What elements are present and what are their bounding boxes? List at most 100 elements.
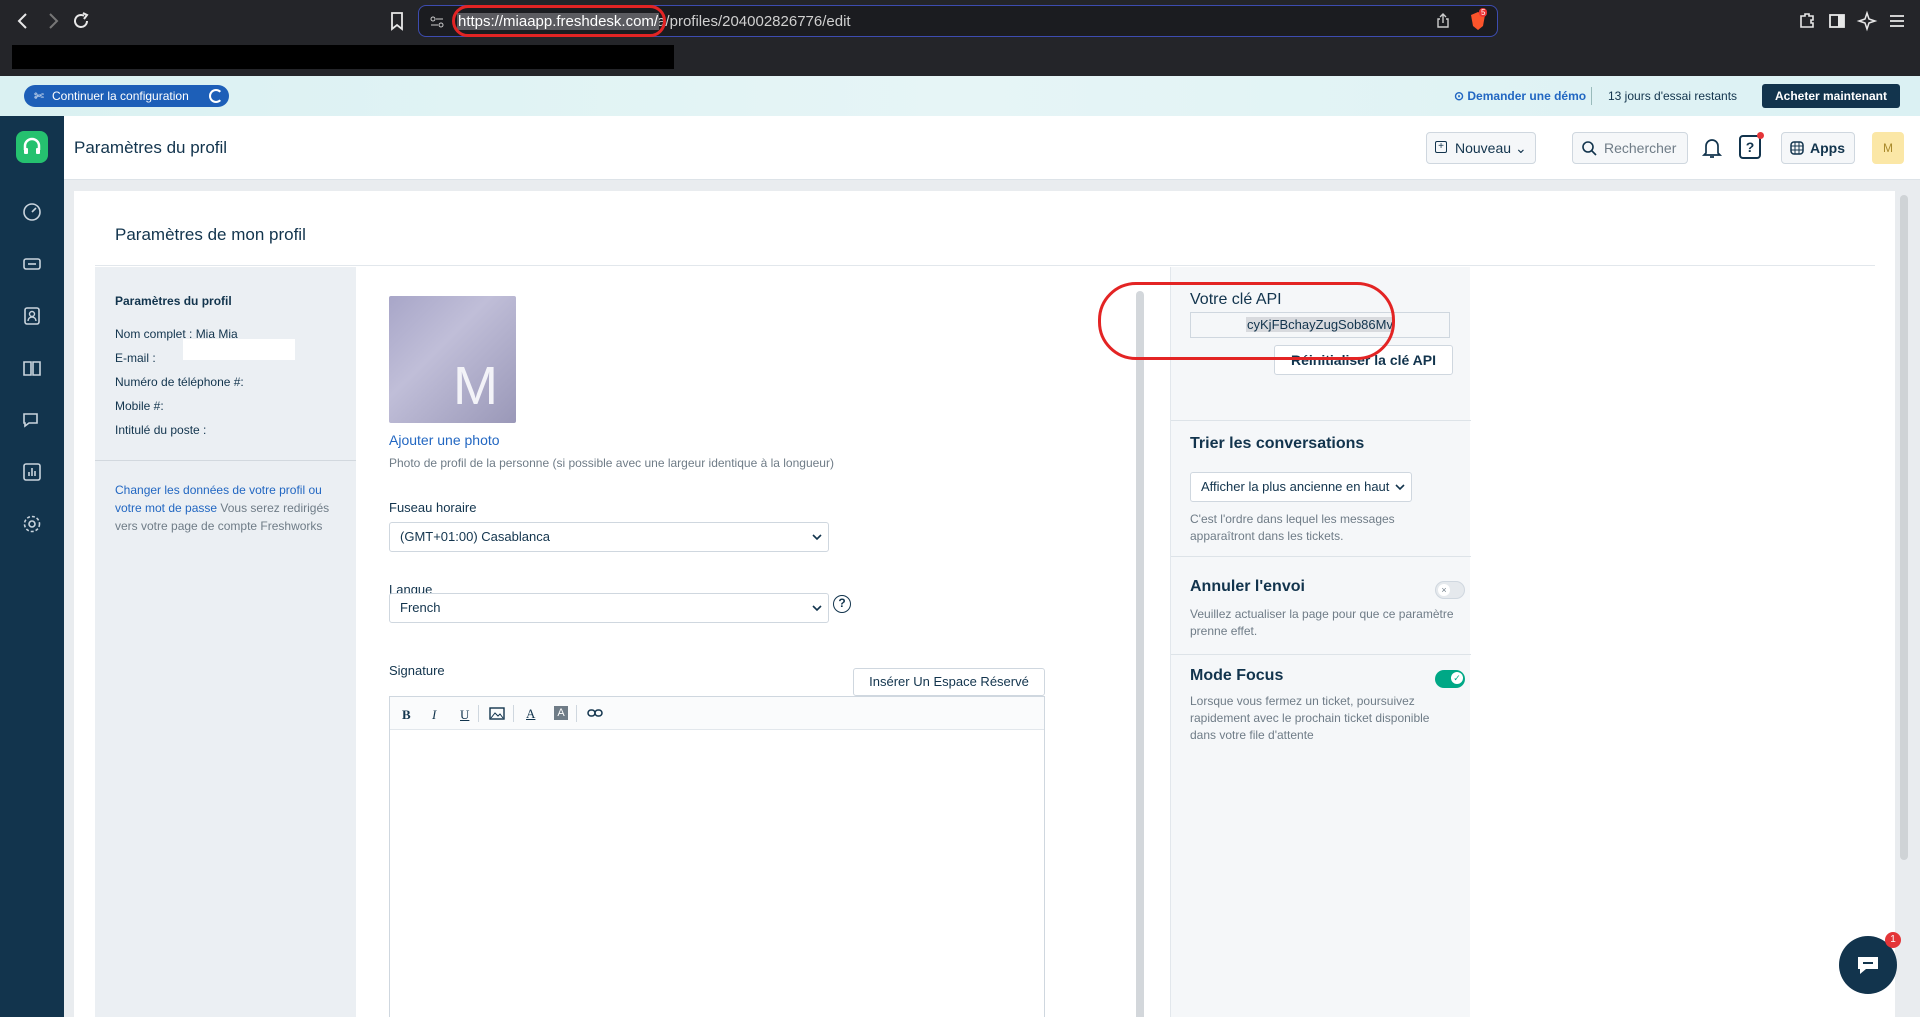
toolbar-divider [478,705,479,722]
user-avatar[interactable]: M [1872,132,1904,164]
chevron-down-icon [812,603,822,613]
timezone-value: (GMT+01:00) Casablanca [400,529,550,544]
apps-label: Apps [1810,140,1845,156]
chat-badge: 1 [1885,932,1901,948]
setup-label: Continuer la configuration [52,89,189,103]
profile-form-panel: M Ajouter une photo Photo de profil de l… [356,267,1144,1017]
signature-editor[interactable]: B I U A A [389,696,1045,1017]
brave-shield-icon[interactable]: 5 [1469,8,1488,31]
toggle-off-knob: × [1438,584,1450,596]
notifications-icon[interactable] [1701,136,1723,160]
sort-title: Trier les conversations [1190,435,1365,452]
page-title: Paramètres du profil [74,138,228,157]
tickets-icon[interactable] [20,252,44,276]
profile-heading: Paramètres du profil [115,294,232,308]
dashboard-icon[interactable] [20,200,44,224]
bold-button[interactable]: B [402,707,411,723]
insert-image-icon[interactable] [489,707,505,720]
api-key-highlight-circle [1098,282,1395,360]
buy-now-button[interactable]: Acheter maintenant [1762,84,1900,108]
back-icon[interactable] [12,10,34,32]
sort-order-select[interactable]: Afficher la plus ancienne en haut [1190,472,1412,502]
knowledge-base-icon[interactable] [20,356,44,380]
underline-button[interactable]: U [460,707,469,723]
profile-summary-panel: Paramètres du profil Nom complet : Mia M… [95,267,356,1017]
chat-widget-button[interactable]: 1 [1839,932,1901,994]
toolbar-divider [513,705,514,722]
tools-icon: ✄ [34,89,45,103]
card-title: Paramètres de mon profil [115,225,306,244]
search-label: Rechercher [1604,140,1677,156]
menu-icon[interactable] [1886,10,1908,32]
apps-button[interactable]: Apps [1781,132,1855,164]
page-scrollbar[interactable] [1900,195,1908,860]
focus-mode-section: Mode Focus ✓ Lorsque vous fermez un tick… [1171,655,1471,755]
sort-description: C'est l'ordre dans lequel les messages a… [1190,512,1395,543]
extensions-icon[interactable] [1796,10,1818,32]
undo-send-toggle[interactable]: × [1435,581,1465,599]
language-help-icon[interactable]: ? [833,595,851,613]
forums-icon[interactable] [20,408,44,432]
help-dot [1757,132,1764,139]
site-settings-icon[interactable] [429,14,445,30]
chevron-down-icon: ⌄ [1514,140,1527,156]
plus-square-icon: + [1435,141,1447,153]
continue-setup-button[interactable]: ✄ Continuer la configuration [24,85,229,107]
timezone-select[interactable]: (GMT+01:00) Casablanca [389,522,829,552]
request-demo-link[interactable]: ⊙ Demander une démo [1454,89,1586,103]
background-color-icon[interactable]: A [554,706,568,720]
chat-icon [1855,954,1881,976]
profile-photo[interactable]: M [389,296,516,423]
trial-banner: ✄ Continuer la configuration ⊙ Demander … [0,76,1920,116]
focus-description: Lorsque vous fermez un ticket, poursuive… [1190,694,1430,742]
avatar-letter: M [1883,141,1893,155]
language-value: French [400,600,441,615]
apps-icon [1790,141,1804,155]
banner-divider [1591,87,1592,105]
app-sidebar [0,116,64,1017]
bookmark-icon[interactable] [386,10,408,32]
forward-icon[interactable] [42,10,64,32]
change-profile-text: Changer les données de votre profil ou v… [115,481,345,535]
photo-hint-text: Photo de profil de la personne (si possi… [389,456,834,470]
chevron-down-icon [812,532,822,542]
url-path: a/profiles/204002826776/edit [657,13,851,30]
undo-send-section: Annuler l'envoi × Veuillez actualiser la… [1171,557,1471,655]
reports-icon[interactable] [20,460,44,484]
language-select[interactable]: French [389,593,829,623]
sidebar-toggle-icon[interactable] [1826,10,1848,32]
focus-mode-toggle[interactable]: ✓ [1435,670,1465,688]
play-icon: ⊙ [1454,89,1468,103]
chevron-down-icon [1395,482,1405,492]
editor-toolbar: B I U A A [390,697,1044,730]
mobile-label: Mobile #: [115,399,164,413]
phone-label: Numéro de téléphone #: [115,375,244,389]
toggle-on-knob: ✓ [1451,672,1463,684]
insert-link-icon[interactable] [587,708,603,718]
focus-title: Mode Focus [1190,667,1284,684]
help-icon[interactable]: ? [1739,132,1764,159]
leo-ai-icon[interactable] [1856,10,1878,32]
admin-settings-icon[interactable] [20,512,44,536]
settings-panel: Votre clé API cyKjFBchayZugSob86Mv Réini… [1170,267,1471,1017]
email-value-box [183,339,295,360]
email-label: E-mail : [115,351,156,365]
trial-days-text: 13 jours d'essai restants [1608,89,1738,103]
contacts-icon[interactable] [20,304,44,328]
new-button[interactable]: + Nouveau ⌄ [1426,132,1536,164]
insert-placeholder-button[interactable]: Insérer Un Espace Réservé [853,668,1045,696]
add-photo-link[interactable]: Ajouter une photo [389,432,500,448]
font-color-icon[interactable]: A [526,706,535,722]
search-icon [1581,140,1597,156]
panel-divider [95,460,356,461]
profile-card: Paramètres de mon profil Paramètres du p… [74,191,1895,1017]
reload-icon[interactable] [70,10,92,32]
signature-label: Signature [389,663,445,678]
search-button[interactable]: Rechercher [1572,132,1688,164]
share-icon[interactable] [1435,13,1451,29]
freshdesk-logo-icon[interactable] [16,131,48,163]
top-header: Paramètres du profil + Nouveau ⌄ Recherc… [64,116,1920,180]
italic-button[interactable]: I [432,707,436,723]
form-scrollbar[interactable] [1136,291,1144,1017]
undo-title: Annuler l'envoi [1190,578,1305,595]
